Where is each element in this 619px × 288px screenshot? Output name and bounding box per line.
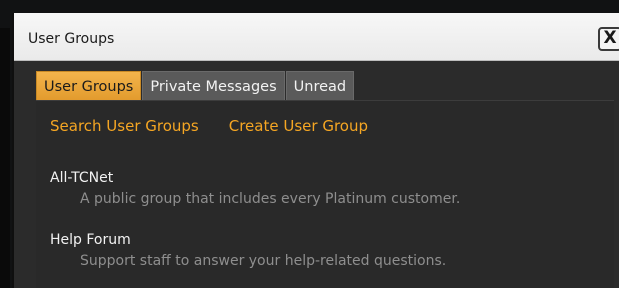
close-icon: X — [603, 28, 617, 48]
dialog-title: User Groups — [28, 31, 115, 47]
create-user-group-link[interactable]: Create User Group — [229, 117, 368, 135]
tab-bar: User Groups Private Messages Unread — [36, 71, 355, 101]
user-groups-dialog: User Groups X User Groups Private Messag… — [12, 13, 619, 288]
dialog-body: User Groups Private Messages Unread Sear… — [14, 61, 619, 288]
background-window-edge — [0, 28, 10, 288]
list-item[interactable]: Help Forum Support staff to answer your … — [50, 232, 446, 269]
close-button[interactable]: X — [598, 27, 619, 51]
group-name[interactable]: All-TCNet — [50, 170, 460, 186]
group-name[interactable]: Help Forum — [50, 232, 446, 248]
list-item[interactable]: All-TCNet A public group that includes e… — [50, 170, 460, 207]
tab-user-groups[interactable]: User Groups — [36, 71, 142, 101]
search-user-groups-link[interactable]: Search User Groups — [50, 117, 199, 135]
dialog-titlebar[interactable]: User Groups X — [14, 13, 619, 61]
group-description: A public group that includes every Plati… — [80, 191, 461, 207]
group-description: Support staff to answer your help-relate… — [80, 253, 447, 269]
user-groups-panel: Search User Groups Create User Group All… — [36, 100, 614, 288]
action-links: Search User Groups Create User Group — [50, 117, 368, 135]
tab-private-messages[interactable]: Private Messages — [142, 71, 285, 101]
tab-unread[interactable]: Unread — [285, 71, 355, 101]
